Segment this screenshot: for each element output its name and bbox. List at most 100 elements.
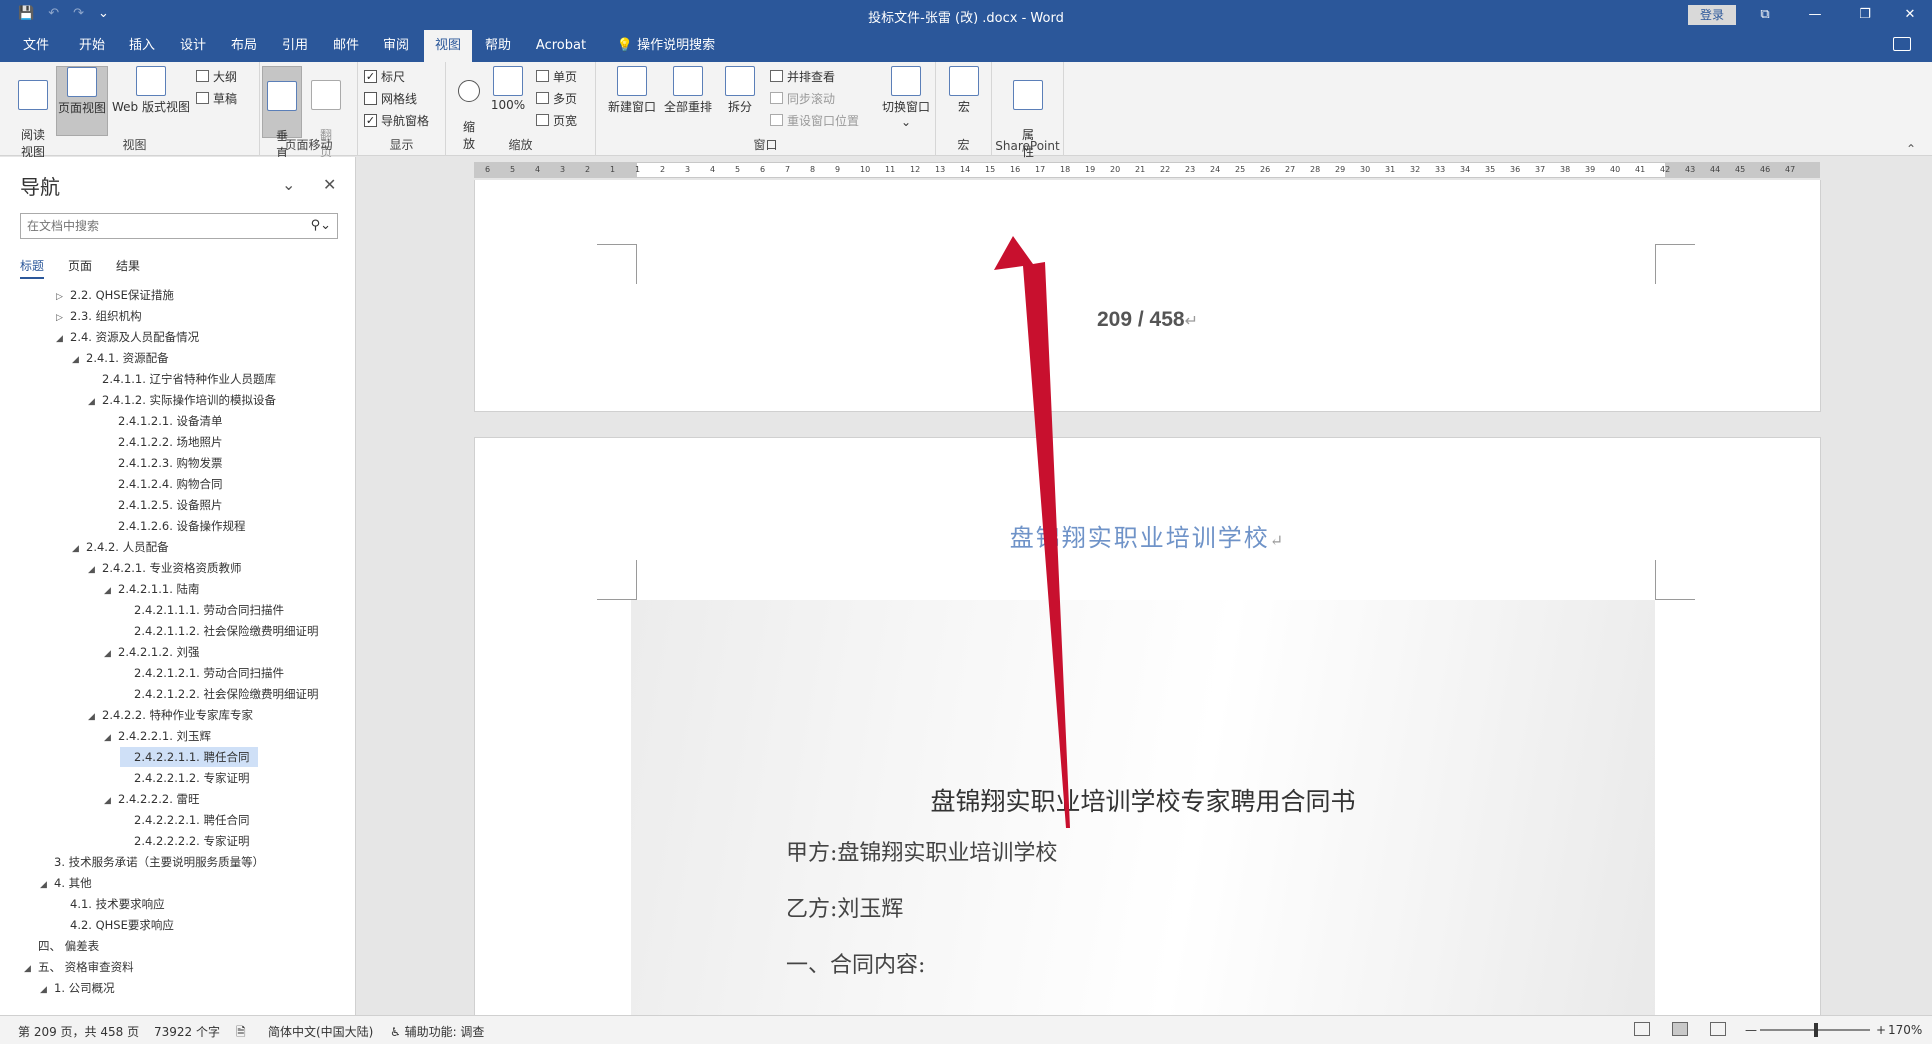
nav-heading-item[interactable]: ▷ 2.2. QHSE保证措施 [56,285,174,305]
nav-heading-item[interactable]: ◢ 2.4.2.1. 专业资格资质教师 [88,558,242,578]
zoom-level[interactable]: 170% [1888,1023,1922,1037]
nav-heading-item[interactable]: ◢ 2.4.2.2.2. 雷旺 [104,789,200,809]
tab-file[interactable]: 文件 [14,30,58,62]
nav-tab-headings[interactable]: 标题 [20,257,45,279]
page-210[interactable]: 盘锦翔实职业培训学校↵ 盘锦翔实职业培训学校专家聘用合同书 甲方:盘锦翔实职业培… [474,437,1821,1015]
zoom-slider-thumb[interactable] [1814,1023,1818,1037]
nav-heading-item[interactable]: ◢ 1. 公司概况 [40,978,115,998]
nav-heading-item[interactable]: 2.4.1.2.4. 购物合同 [104,474,223,494]
expand-toggle-icon[interactable]: ◢ [104,728,118,748]
restore-icon[interactable]: ❐ [1845,4,1885,26]
nav-heading-item[interactable]: 2.4.2.2.1.2. 专家证明 [120,768,250,788]
nav-tab-pages[interactable]: 页面 [68,257,92,279]
nav-heading-item[interactable]: 2.4.2.2.1.1. 聘任合同 [120,747,258,767]
zoom-100-button[interactable]: 100% [488,66,528,112]
nav-heading-item[interactable]: 2.4.2.1.1.2. 社会保险缴费明细证明 [120,621,319,641]
switch-windows-button[interactable]: 切换窗口 ⌄ [880,66,932,129]
expand-toggle-icon[interactable]: ◢ [104,791,118,811]
zoom-slider[interactable] [1760,1023,1870,1037]
vertical-button[interactable]: 垂 直 [262,66,302,160]
nav-heading-item[interactable]: 2.4.2.1.2.2. 社会保险缴费明细证明 [120,684,319,704]
multiple-pages-button[interactable]: 多页 [536,88,577,108]
tab-help[interactable]: 帮助 [476,30,520,62]
comments-icon[interactable] [1893,37,1911,51]
page-209[interactable]: 209 / 458↵ [474,180,1821,412]
nav-options-chevron-icon[interactable]: ⌄ [282,175,295,194]
web-layout-button[interactable]: Web 版式视图 [110,66,192,115]
proofing-icon[interactable]: 🗎 [236,1023,246,1044]
tab-insert[interactable]: 插入 [120,30,164,62]
macros-button[interactable]: 宏 [948,66,980,115]
reset-window-position-button[interactable]: 重设窗口位置 [770,110,859,130]
web-layout-view-icon[interactable] [1710,1022,1726,1036]
nav-heading-item[interactable]: ◢ 2.4.2.2.1. 刘玉辉 [104,726,211,746]
draft-button[interactable]: 草稿 [196,88,237,108]
expand-toggle-icon[interactable]: ◢ [88,560,102,580]
horizontal-ruler[interactable]: 6 5 4 3 2 1 1 2 3 4 5 6 7 8 9 10 11 12 13 14 15 16 17 18 19 20 21 2… [474,162,1820,178]
tab-review[interactable]: 审阅 [374,30,418,62]
zoom-in-icon[interactable]: + [1876,1023,1886,1037]
nav-heading-item[interactable]: ◢ 2.4.2. 人员配备 [72,537,169,557]
nav-heading-item[interactable]: 2.4.1.2.5. 设备照片 [104,495,223,515]
expand-toggle-icon[interactable]: ◢ [40,875,54,895]
word-count-status[interactable]: 73922 个字 [154,1023,220,1040]
expand-toggle-icon[interactable]: ▷ [56,287,70,307]
outline-button[interactable]: 大纲 [196,66,237,86]
zoom-out-icon[interactable]: — [1745,1023,1757,1037]
language-status[interactable]: 简体中文(中国大陆) [268,1023,373,1040]
nav-heading-item[interactable]: 四、 偏差表 [24,936,99,956]
nav-heading-item[interactable]: ◢ 4. 其他 [40,873,92,893]
nav-heading-item[interactable]: 2.4.1.2.3. 购物发票 [104,453,223,473]
nav-heading-item[interactable]: 3. 技术服务承诺（主要说明服务质量等） [40,852,264,872]
tab-view[interactable]: 视图 [424,30,472,62]
tab-design[interactable]: 设计 [171,30,215,62]
split-button[interactable]: 拆分 [720,66,760,115]
expand-toggle-icon[interactable]: ◢ [72,539,86,559]
arrange-all-button[interactable]: 全部重排 [662,66,714,115]
new-window-button[interactable]: 新建窗口 [606,66,658,115]
tell-me-search[interactable]: 💡 操作说明搜索 [612,30,720,62]
expand-toggle-icon[interactable]: ◢ [56,329,70,349]
nav-heading-item[interactable]: 2.4.1.2.1. 设备清单 [104,411,223,431]
print-layout-view-icon[interactable] [1672,1022,1688,1036]
tab-home[interactable]: 开始 [70,30,114,62]
nav-heading-item[interactable]: 2.4.2.1.1.1. 劳动合同扫描件 [120,600,284,620]
nav-heading-item[interactable]: ◢ 2.4.2.2. 特种作业专家库专家 [88,705,253,725]
expand-toggle-icon[interactable]: ◢ [104,644,118,664]
login-button[interactable]: 登录 [1688,5,1736,25]
page-count-status[interactable]: 第 209 页，共 458 页 [18,1023,139,1040]
nav-heading-item[interactable]: ◢ 2.4.1.2. 实际操作培训的模拟设备 [88,390,276,410]
one-page-button[interactable]: 单页 [536,66,577,86]
page-width-button[interactable]: 页宽 [536,110,577,130]
print-layout-button[interactable]: 页面视图 [56,66,108,136]
nav-heading-item[interactable]: 2.4.1.1. 辽宁省特种作业人员题库 [88,369,276,389]
read-mode-view-icon[interactable] [1634,1022,1650,1036]
nav-search-input[interactable] [21,214,291,238]
ruler-checkbox[interactable]: ✓ 标尺 [364,66,405,86]
close-icon[interactable]: ✕ [1890,4,1930,26]
tab-references[interactable]: 引用 [273,30,317,62]
scanned-contract-image[interactable]: 盘锦翔实职业培训学校专家聘用合同书 甲方:盘锦翔实职业培训学校 乙方:刘玉辉 一… [631,600,1655,1015]
expand-toggle-icon[interactable]: ◢ [104,581,118,601]
nav-close-icon[interactable]: ✕ [323,175,336,194]
tab-acrobat[interactable]: Acrobat [530,30,592,62]
nav-heading-item[interactable]: ◢ 2.4.1. 资源配备 [72,348,169,368]
document-area[interactable]: 209 / 458↵ 盘锦翔实职业培训学校↵ 盘锦翔实职业培训学校专家聘用合同书… [357,180,1932,1015]
tab-layout[interactable]: 布局 [222,30,266,62]
nav-heading-item[interactable]: ◢ 2.4. 资源及人员配备情况 [56,327,199,347]
side-by-side-button[interactable]: 并排查看 [770,66,835,86]
nav-heading-item[interactable]: 4.1. 技术要求响应 [56,894,165,914]
nav-heading-item[interactable]: ◢ 2.4.2.1.1. 陆南 [104,579,200,599]
expand-toggle-icon[interactable]: ◢ [88,707,102,727]
gridlines-checkbox[interactable]: 网格线 [364,88,417,108]
minimize-icon[interactable]: — [1795,4,1835,26]
expand-toggle-icon[interactable]: ▷ [56,308,70,328]
nav-heading-item[interactable]: ◢ 2.4.2.1.2. 刘强 [104,642,200,662]
nav-tab-results[interactable]: 结果 [116,257,140,279]
nav-heading-item[interactable]: 4.2. QHSE要求响应 [56,915,174,935]
accessibility-status[interactable]: ♿ 辅助功能: 调查 [390,1023,484,1040]
tab-mailings[interactable]: 邮件 [324,30,368,62]
expand-toggle-icon[interactable]: ◢ [88,392,102,412]
nav-heading-item[interactable]: 2.4.1.2.6. 设备操作规程 [104,516,246,536]
collapse-ribbon-icon[interactable]: ⌃ [1906,142,1916,156]
